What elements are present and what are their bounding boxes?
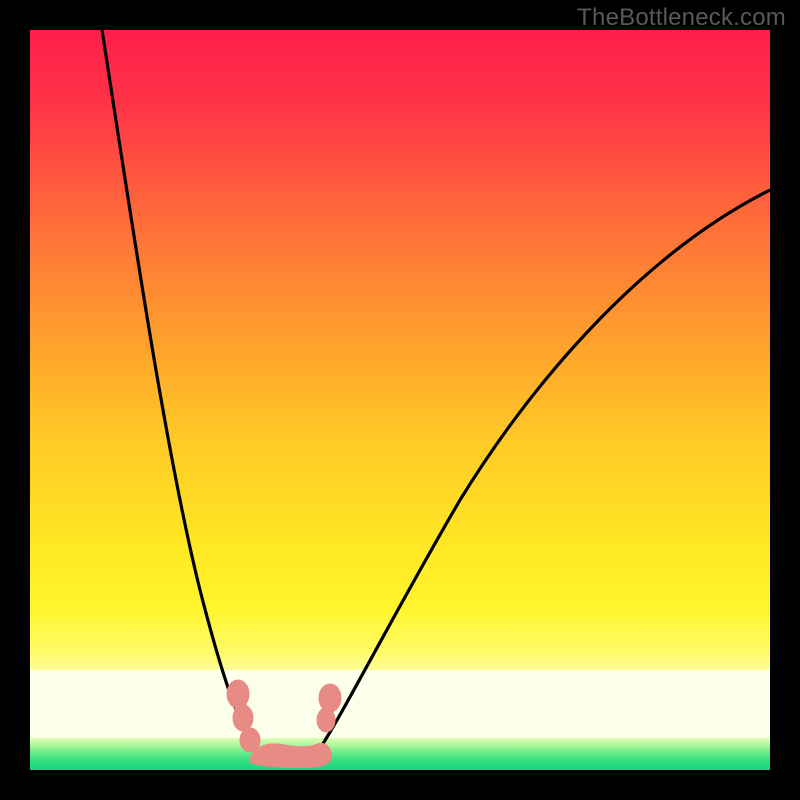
plot-area: [30, 30, 770, 770]
chart-frame: TheBottleneck.com: [0, 0, 800, 800]
curve-layer: [30, 30, 770, 770]
curve-left: [102, 30, 260, 756]
watermark-text: TheBottleneck.com: [577, 4, 786, 32]
marker-cluster: [227, 680, 341, 768]
curve-right: [315, 190, 770, 756]
